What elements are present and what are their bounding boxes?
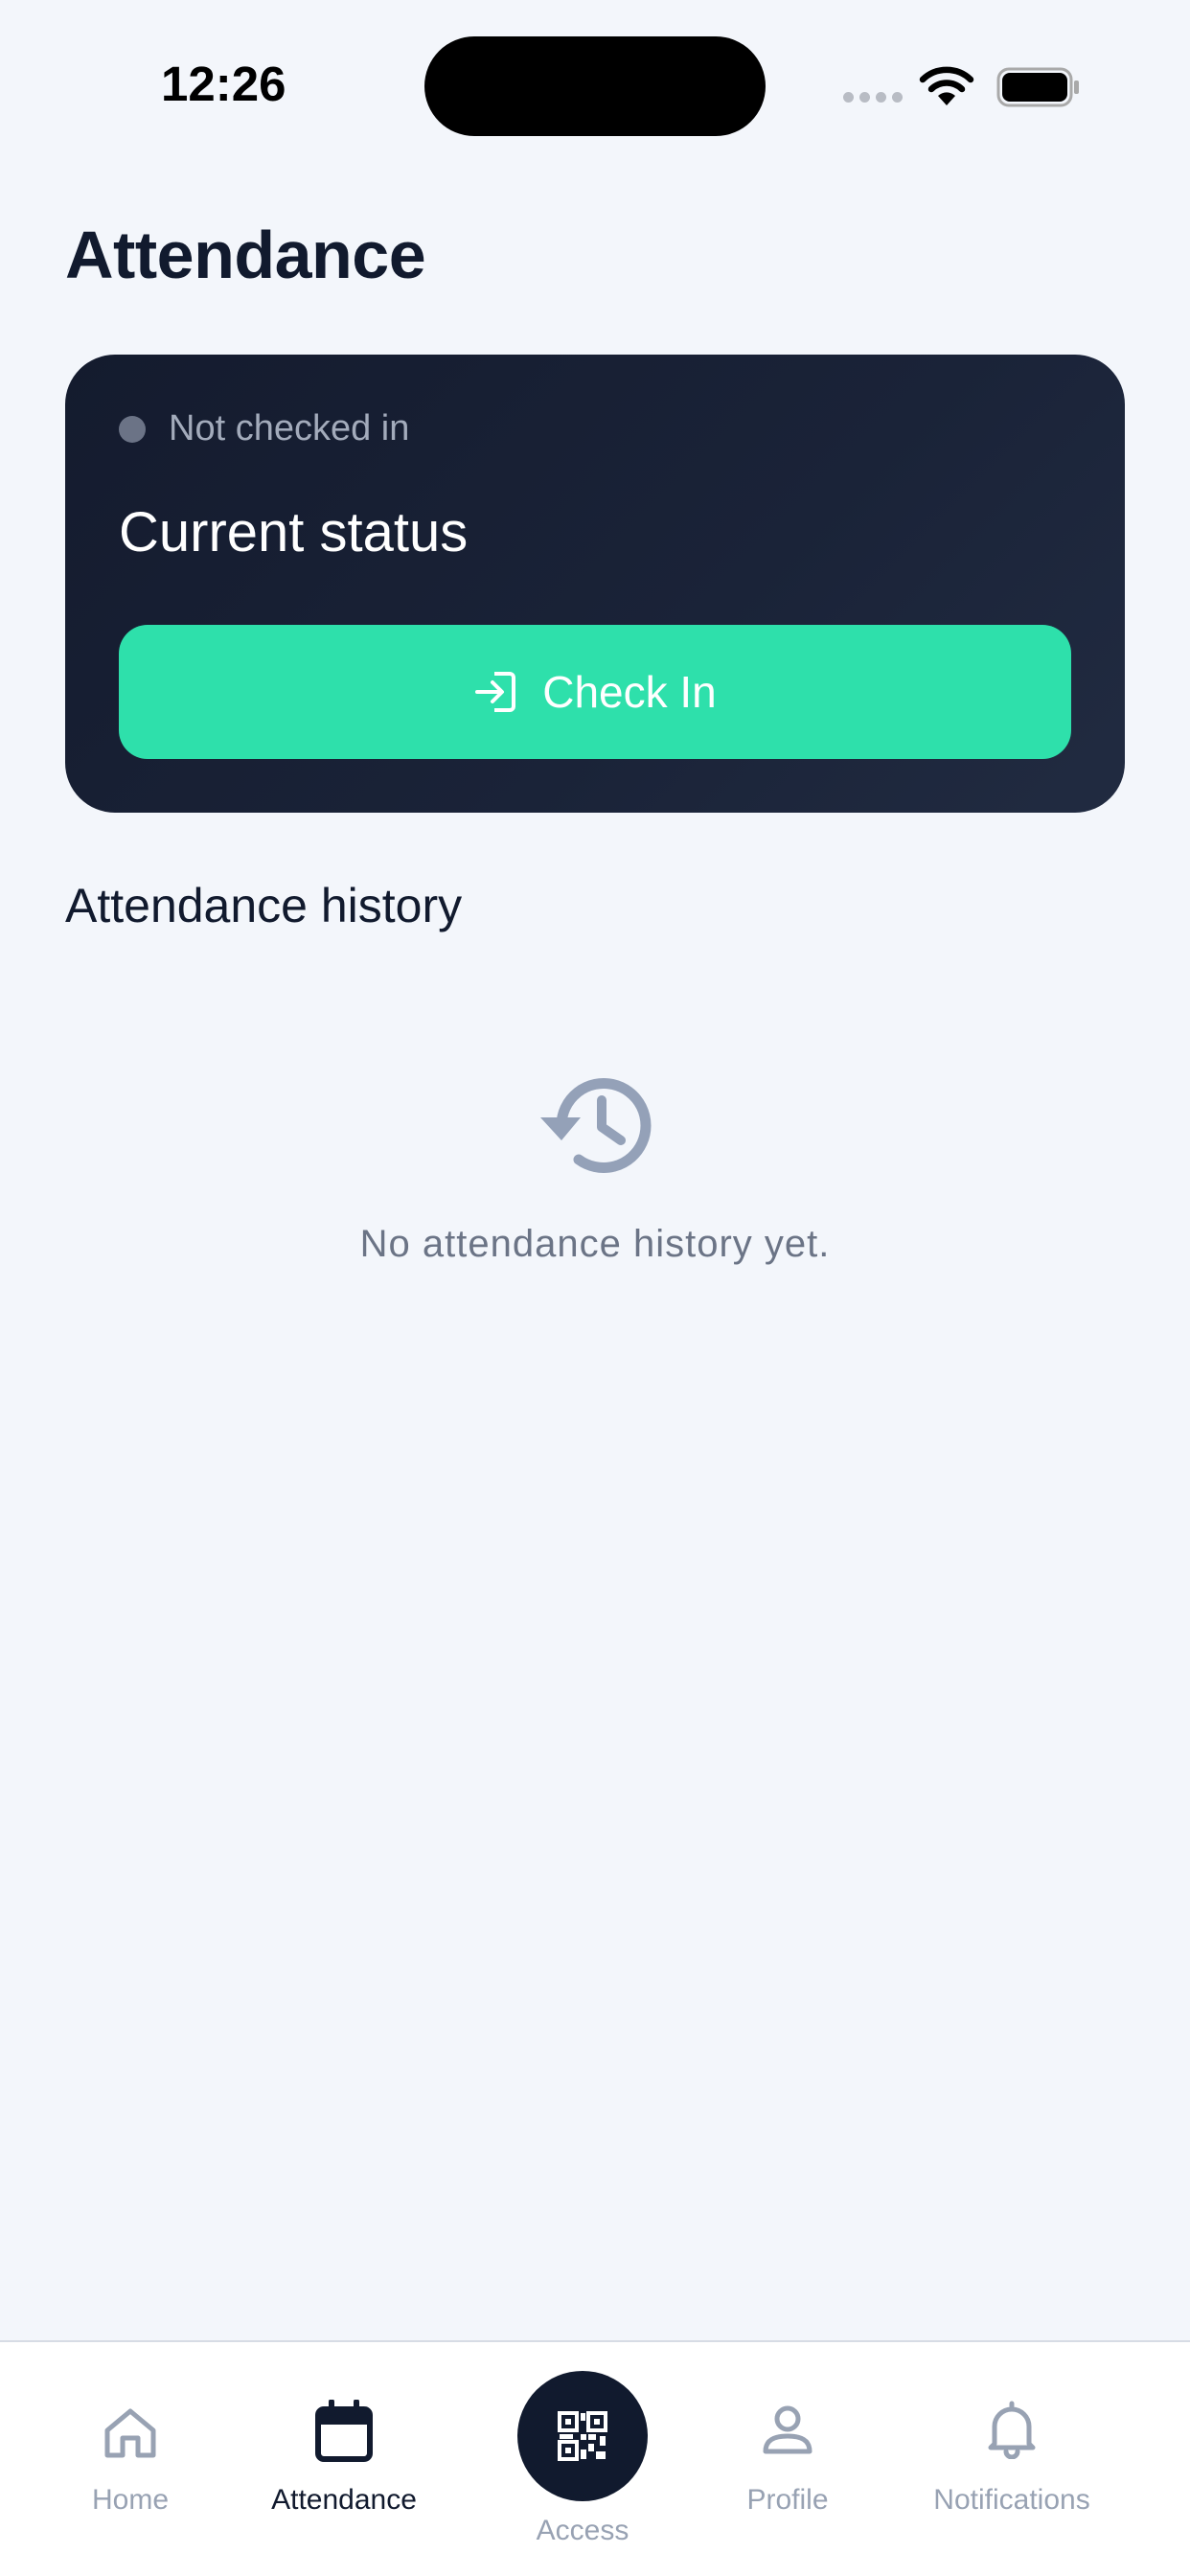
- login-icon: [475, 672, 516, 712]
- page-title: Attendance: [65, 218, 426, 292]
- status-time: 12:26: [161, 57, 286, 111]
- wifi-icon: [919, 66, 974, 105]
- tab-home-label: Home: [91, 2484, 170, 2516]
- attendance-history-title: Attendance history: [65, 879, 463, 932]
- tab-attendance-label: Attendance: [271, 2484, 417, 2516]
- tab-attendance[interactable]: Attendance: [240, 2342, 448, 2576]
- tab-access[interactable]: Access: [487, 2342, 678, 2576]
- tab-access-label: Access: [536, 2515, 629, 2546]
- battery-icon: [996, 67, 1079, 107]
- home-icon: [104, 2408, 156, 2458]
- cellular-signal-icon: [843, 92, 903, 103]
- bottom-tab-bar: Home Attendance Access Profile Notificat…: [0, 2340, 1190, 2576]
- person-icon: [763, 2405, 812, 2454]
- dynamic-island: [424, 36, 766, 136]
- tab-notifications-label: Notifications: [933, 2484, 1090, 2516]
- access-fab[interactable]: [517, 2371, 648, 2501]
- tab-home[interactable]: Home: [38, 2342, 222, 2576]
- check-in-button[interactable]: Check In: [119, 625, 1071, 759]
- current-status-heading: Current status: [119, 501, 469, 564]
- check-in-label: Check In: [542, 667, 717, 717]
- history-icon: [540, 1078, 652, 1173]
- qr-code-icon: [558, 2411, 607, 2461]
- status-bar: 12:26: [0, 0, 1190, 172]
- status-indicator-dot: [119, 415, 146, 443]
- empty-history-message: No attendance history yet.: [359, 1223, 831, 1265]
- tab-profile-label: Profile: [746, 2484, 829, 2516]
- attendance-screen: 12:26 Attendance Not checked in Current …: [0, 0, 1190, 2576]
- checkin-status-row: Not checked in: [119, 408, 409, 449]
- current-status-card: Not checked in Current status Check In: [65, 355, 1125, 813]
- checkin-status-text: Not checked in: [169, 408, 410, 448]
- bell-icon: [988, 2401, 1036, 2459]
- tab-profile[interactable]: Profile: [709, 2342, 866, 2576]
- tab-notifications[interactable]: Notifications: [904, 2342, 1119, 2576]
- calendar-icon: [315, 2400, 373, 2462]
